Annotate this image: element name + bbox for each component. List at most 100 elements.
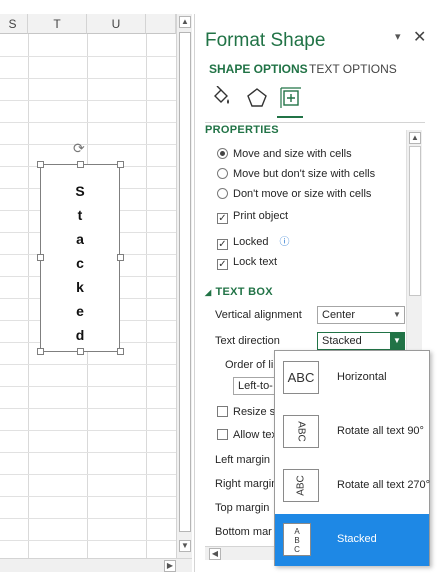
- shape-letter: k: [76, 279, 84, 295]
- scroll-left-icon[interactable]: ◀: [209, 548, 221, 560]
- shape-letter: c: [76, 255, 84, 271]
- row-gridline: [0, 474, 176, 475]
- column-header-s[interactable]: S: [0, 14, 28, 34]
- top-margin-label: Top margin: [215, 502, 270, 514]
- pane-divider: [205, 122, 425, 123]
- resize-handle-s[interactable]: [77, 348, 84, 355]
- checkbox-label: Locked: [233, 236, 269, 248]
- stacked-text-shape[interactable]: Stacked: [40, 164, 120, 352]
- tab-text-options[interactable]: TEXT OPTIONS: [309, 62, 397, 76]
- right-margin-label: Right margin: [215, 478, 278, 490]
- scroll-right-icon[interactable]: ▶: [164, 560, 176, 572]
- resize-handle-ne[interactable]: [117, 161, 124, 168]
- checkbox-allow-text-overflow[interactable]: Allow tex: [217, 429, 277, 441]
- row-gridline: [0, 364, 176, 365]
- scrollbar-thumb[interactable]: [409, 146, 421, 296]
- close-icon[interactable]: ✕: [413, 27, 426, 47]
- resize-handle-w[interactable]: [37, 254, 44, 261]
- checkbox-lock-text[interactable]: ✓ Lock text: [217, 256, 277, 270]
- row-gridline: [0, 122, 176, 123]
- row-gridline: [0, 144, 176, 145]
- row-gridline: [0, 518, 176, 519]
- text-direction-dropdown[interactable]: Stacked ▼: [317, 332, 405, 350]
- checkbox[interactable]: ✓: [217, 213, 228, 224]
- menu-item-label: Horizontal: [337, 371, 387, 383]
- checkbox[interactable]: ✓: [217, 239, 228, 250]
- scroll-up-icon[interactable]: ▲: [409, 132, 421, 144]
- section-title: TEXT BOX: [215, 286, 273, 298]
- rotate-270-text-icon: ABC: [283, 469, 319, 502]
- scrollbar-thumb[interactable]: [179, 32, 191, 532]
- column-header-u[interactable]: U: [87, 14, 146, 34]
- row-gridline: [0, 386, 176, 387]
- radio-dont-move-size[interactable]: Don't move or size with cells: [217, 188, 371, 200]
- resize-handle-nw[interactable]: [37, 161, 44, 168]
- resize-handle-n[interactable]: [77, 161, 84, 168]
- resize-handle-e[interactable]: [117, 254, 124, 261]
- shape-letter: d: [75, 327, 85, 343]
- radio-label: Move and size with cells: [233, 148, 352, 160]
- checkbox-label: Print object: [233, 210, 289, 222]
- shape-text-stack[interactable]: Stacked: [41, 179, 119, 347]
- shape-letter: a: [76, 231, 84, 247]
- row-gridline: [0, 56, 176, 57]
- column-header-t[interactable]: T: [28, 14, 87, 34]
- horizontal-text-icon: ABC: [283, 361, 319, 394]
- order-of-lines-label: Order of lin: [225, 359, 280, 371]
- checkbox-label: Lock text: [233, 256, 278, 268]
- sheet-vertical-scrollbar[interactable]: ▲ ▼: [176, 14, 192, 558]
- scroll-up-icon[interactable]: ▲: [179, 16, 191, 28]
- radio-label: Move but don't size with cells: [233, 168, 376, 180]
- stacked-text-icon: A B C: [283, 523, 311, 556]
- checkbox-print-object[interactable]: ✓ Print object: [217, 210, 288, 224]
- effects-icon[interactable]: [245, 86, 269, 110]
- text-direction-label: Text direction: [215, 335, 280, 347]
- chevron-down-icon[interactable]: ▼: [390, 307, 404, 323]
- radio-label: Don't move or size with cells: [233, 188, 372, 200]
- properties-section-header[interactable]: PROPERTIES: [205, 124, 279, 136]
- checkbox[interactable]: ✓: [217, 259, 228, 270]
- pane-options-arrow-icon[interactable]: ▾: [395, 30, 401, 43]
- scroll-down-icon[interactable]: ▼: [179, 540, 191, 552]
- menu-item-rotate-270[interactable]: ABC Rotate all text 270°: [275, 460, 430, 512]
- radio-button[interactable]: [217, 168, 228, 179]
- row-gridline: [0, 430, 176, 431]
- checkbox-locked[interactable]: ✓ Locked ⓘ: [217, 233, 290, 250]
- vertical-alignment-dropdown[interactable]: Center ▼: [317, 306, 405, 324]
- menu-item-horizontal[interactable]: ABC Horizontal: [275, 352, 429, 404]
- column-header-partial[interactable]: [146, 14, 176, 34]
- checkbox-resize-shape[interactable]: Resize sh: [217, 406, 281, 418]
- menu-item-stacked[interactable]: A B C Stacked: [275, 514, 429, 566]
- info-icon[interactable]: ⓘ: [280, 237, 290, 248]
- radio-move-not-size[interactable]: Move but don't size with cells: [217, 168, 375, 180]
- checkbox[interactable]: [217, 406, 228, 417]
- tab-shape-options[interactable]: SHAPE OPTIONS: [209, 62, 308, 76]
- left-margin-label: Left margin: [215, 454, 271, 466]
- active-category-indicator: [277, 116, 303, 118]
- text-box-section-header[interactable]: ◢ TEXT BOX: [205, 286, 273, 298]
- chevron-down-icon[interactable]: ▼: [390, 333, 404, 349]
- radio-button[interactable]: [217, 148, 228, 159]
- vertical-alignment-label: Vertical alignment: [215, 309, 302, 321]
- collapse-triangle-icon[interactable]: ◢: [205, 288, 211, 297]
- checkbox[interactable]: [217, 429, 228, 440]
- menu-item-label: Stacked: [337, 533, 377, 545]
- rotate-handle-icon[interactable]: ⟳: [73, 140, 85, 157]
- row-gridline: [0, 452, 176, 453]
- sheet-horizontal-scrollbar[interactable]: ▶: [0, 558, 192, 572]
- dropdown-value: Center: [322, 309, 356, 321]
- fill-line-icon[interactable]: [209, 86, 233, 110]
- resize-handle-se[interactable]: [117, 348, 124, 355]
- size-properties-icon[interactable]: [279, 86, 303, 110]
- radio-button[interactable]: [217, 188, 228, 199]
- worksheet-area[interactable]: S T U Stacked ⟳ ▲ ▼ ▶: [0, 0, 192, 575]
- row-gridline: [0, 496, 176, 497]
- column-gridline: [146, 34, 147, 558]
- shape-letter: t: [77, 207, 83, 223]
- radio-move-and-size[interactable]: Move and size with cells: [217, 148, 352, 160]
- menu-item-rotate-90[interactable]: ABC Rotate all text 90°: [275, 406, 429, 458]
- column-gridline: [28, 34, 29, 558]
- row-gridline: [0, 78, 176, 79]
- resize-handle-sw[interactable]: [37, 348, 44, 355]
- row-gridline: [0, 408, 176, 409]
